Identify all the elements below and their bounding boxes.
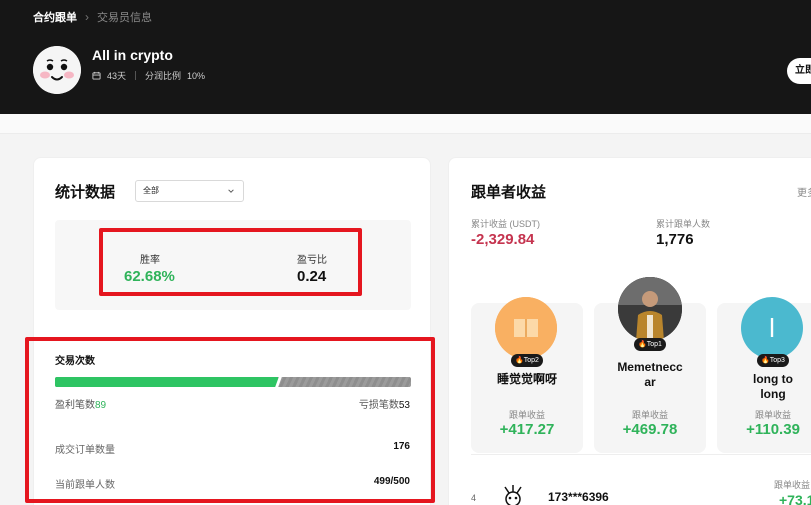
rank4-number: 4 xyxy=(471,493,477,503)
top2-avatar xyxy=(495,297,557,359)
cumulative-earnings-label: 累计收益 (USDT) xyxy=(471,219,540,229)
breadcrumb: 合约跟单 › 交易员信息 xyxy=(33,9,152,25)
top1-name: Memetnecc ar xyxy=(594,360,706,390)
period-select-value: 全部 xyxy=(143,186,159,195)
trader-days: 43天 xyxy=(107,71,127,81)
earnings-divider xyxy=(471,454,811,455)
meta-divider xyxy=(135,71,137,80)
filled-orders-label: 成交订单数量 xyxy=(55,445,115,456)
top1-earn-value: +469.78 xyxy=(622,421,678,438)
top3-earn-value: +110.39 xyxy=(746,421,800,438)
top1-name-line2: ar xyxy=(644,375,656,389)
top3-name-line1: long to xyxy=(753,372,793,386)
top3-earn-label: 跟单收益 xyxy=(754,410,791,420)
total-followers-value: 1,776 xyxy=(656,231,694,248)
rank4-avatar xyxy=(497,481,529,505)
profit-bar-fill xyxy=(55,377,278,387)
stats-title: 统计数据 xyxy=(55,184,116,201)
loss-trades: 亏损笔数53 xyxy=(359,396,410,411)
trade-ratio-bar xyxy=(55,377,411,387)
cumulative-earnings-value: -2,329.84 xyxy=(471,231,535,248)
loss-trades-label: 亏损笔数 xyxy=(358,400,399,411)
breadcrumb-separator: › xyxy=(85,10,89,24)
rank4-earn-value: +73.1 xyxy=(779,492,811,505)
book-icon xyxy=(495,297,557,359)
win-rate-value: 62.68% xyxy=(124,268,175,285)
cartoon-avatar-icon xyxy=(497,481,529,505)
pl-ratio-label: 盈亏比 xyxy=(297,255,327,266)
profit-share-label: 分润比例 xyxy=(145,71,182,81)
profit-share-value: 10% xyxy=(187,70,206,81)
top1-avatar xyxy=(618,277,682,341)
trader-name: All in crypto xyxy=(92,47,173,63)
top2-name: 睡觉觉啊呀 xyxy=(496,372,557,386)
smiley-face-icon xyxy=(33,46,81,94)
breadcrumb-current: 交易员信息 xyxy=(97,12,152,24)
loss-trades-value: 53 xyxy=(398,400,410,411)
top2-earn-value: +417.27 xyxy=(499,421,555,438)
stats-card: 统计数据 全部 胜率 62.68% 盈亏比 0.24 交易次数 盈利笔数89 亏… xyxy=(33,157,431,505)
chevron-down-icon xyxy=(228,189,234,193)
top2-earn-label: 跟单收益 xyxy=(508,410,545,420)
trader-avatar xyxy=(33,46,81,94)
total-followers-label: 累计跟单人数 xyxy=(656,219,711,229)
breadcrumb-root-link[interactable]: 合约跟单 xyxy=(33,9,77,25)
more-link[interactable]: 更多 xyxy=(797,184,811,199)
top2-badge: 🔥Top2 xyxy=(511,354,543,367)
win-rate-label: 胜率 xyxy=(140,255,160,266)
ratio-panel xyxy=(55,220,411,310)
header-strip xyxy=(0,114,811,134)
follow-button[interactable]: 立即 xyxy=(787,58,811,84)
calendar-icon xyxy=(92,71,101,80)
profit-trades: 盈利笔数89 xyxy=(55,396,106,411)
top1-earn-label: 跟单收益 xyxy=(631,410,668,420)
top3-name: long to long xyxy=(717,372,811,402)
trader-meta: 43天 分润比例 10% xyxy=(92,69,205,82)
top3-badge: 🔥Top3 xyxy=(757,354,789,367)
follower-earnings-card: 跟单者收益 更多 累计收益 (USDT) -2,329.84 累计跟单人数 1,… xyxy=(448,157,811,505)
profit-trades-label: 盈利笔数 xyxy=(55,400,95,411)
current-followers-label: 当前跟单人数 xyxy=(55,480,115,491)
filled-orders-value: 176 xyxy=(393,441,410,452)
top1-name-line1: Memetnecc xyxy=(617,360,683,374)
person-photo-icon xyxy=(618,277,682,341)
current-followers-value: 499/500 xyxy=(373,476,410,487)
rank4-name: 173***6396 xyxy=(548,490,609,504)
rank4-earn-label: 跟单收益 xyxy=(774,480,811,490)
pl-ratio-value: 0.24 xyxy=(297,268,327,285)
top3-avatar: l xyxy=(741,297,803,359)
period-select[interactable]: 全部 xyxy=(135,180,244,202)
trades-label: 交易次数 xyxy=(55,356,95,367)
trader-header: 合约跟单 › 交易员信息 All in crypto 43天 分润比例 10% … xyxy=(0,0,811,114)
earnings-title: 跟单者收益 xyxy=(471,184,547,201)
top1-badge: 🔥Top1 xyxy=(634,338,666,351)
top3-name-line2: long xyxy=(760,387,786,401)
profit-trades-value: 89 xyxy=(95,400,107,411)
